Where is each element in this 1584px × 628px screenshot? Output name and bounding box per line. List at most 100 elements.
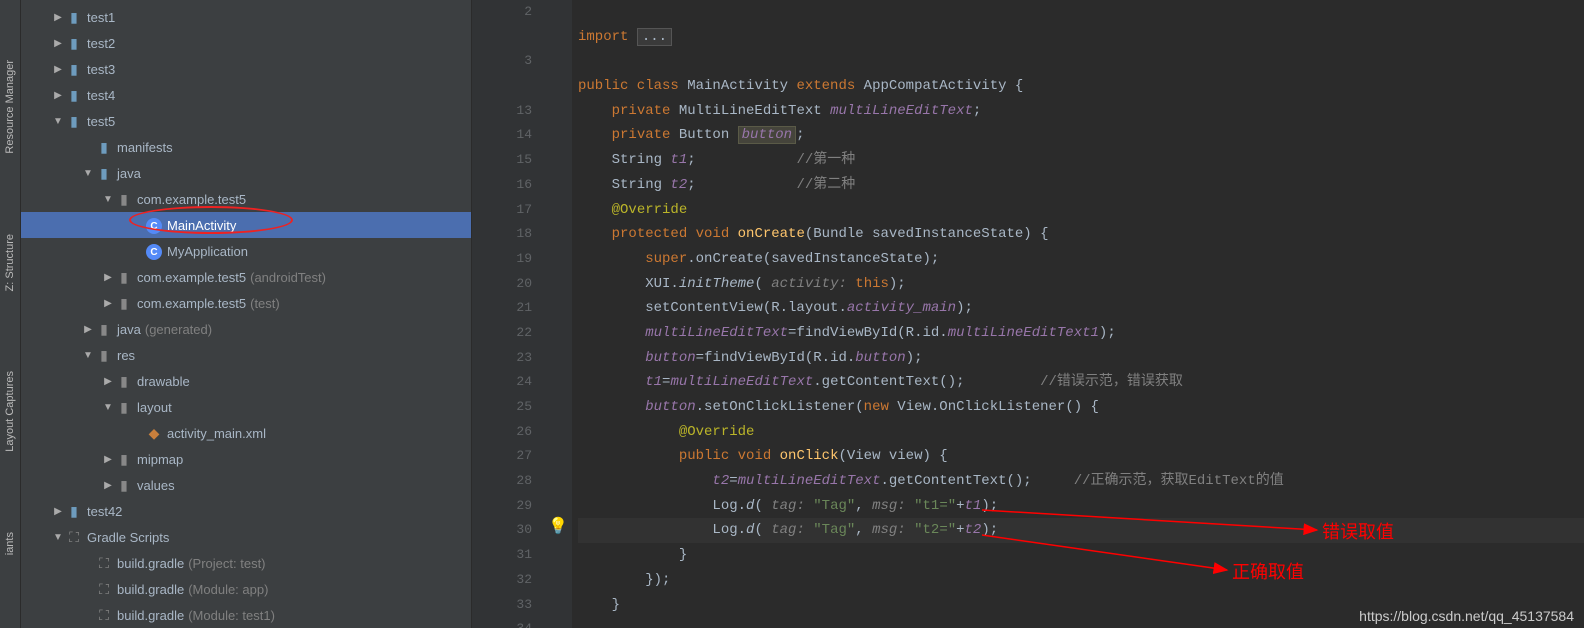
tree-node[interactable]: ▶CMyApplication bbox=[21, 238, 471, 264]
code-line[interactable]: setContentView(R.layout.activity_main); bbox=[578, 296, 1584, 321]
caret-icon[interactable]: ▶ bbox=[101, 376, 115, 387]
caret-icon[interactable]: ▶ bbox=[101, 298, 115, 309]
code-line[interactable]: public class MainActivity extends AppCom… bbox=[578, 74, 1584, 99]
caret-icon[interactable]: ▶ bbox=[51, 506, 65, 517]
tree-node-label: com.example.test5 bbox=[137, 192, 246, 207]
vtab-layout-captures[interactable]: Layout Captures bbox=[4, 371, 16, 452]
caret-icon[interactable]: ▼ bbox=[101, 194, 115, 205]
tree-node[interactable]: ▼▮res bbox=[21, 342, 471, 368]
tree-node[interactable]: ▼▮com.example.test5 bbox=[21, 186, 471, 212]
tree-node[interactable]: ▶▮java(generated) bbox=[21, 316, 471, 342]
tree-node[interactable]: ▶▮test1 bbox=[21, 4, 471, 30]
line-number: 18 bbox=[472, 222, 532, 247]
tree-node[interactable]: ▶▮test4 bbox=[21, 82, 471, 108]
code-line[interactable]: String t2; //第二种 bbox=[578, 173, 1584, 198]
code-area[interactable]: import ... public class MainActivity ext… bbox=[572, 0, 1584, 628]
gradle-icon: ⛶ bbox=[95, 555, 113, 572]
xml-file-icon: ◆ bbox=[145, 425, 163, 442]
tree-node[interactable]: ▶▮com.example.test5(androidTest) bbox=[21, 264, 471, 290]
tree-node[interactable]: ▶⛶build.gradle(Module: app) bbox=[21, 576, 471, 602]
code-line[interactable]: Log.d( tag: "Tag", msg: "t1="+t1); bbox=[578, 494, 1584, 519]
fold-column[interactable]: 💡 bbox=[542, 0, 572, 628]
folder-icon: ▮ bbox=[95, 139, 113, 156]
tree-node[interactable]: ▶CMainActivity bbox=[21, 212, 471, 238]
line-number: 31 bbox=[472, 543, 532, 568]
tree-node[interactable]: ▶▮test3 bbox=[21, 56, 471, 82]
code-line[interactable]: private Button button; bbox=[578, 123, 1584, 148]
caret-icon[interactable]: ▶ bbox=[51, 64, 65, 75]
vtab-structure[interactable]: Z: Structure bbox=[4, 234, 16, 291]
code-line[interactable]: public void onClick(View view) { bbox=[578, 444, 1584, 469]
code-line[interactable]: XUI.initTheme( activity: this); bbox=[578, 272, 1584, 297]
tree-node[interactable]: ▶▮ com.example.test5 (test) bbox=[21, 290, 471, 316]
code-line[interactable]: @Override bbox=[578, 198, 1584, 223]
code-line[interactable] bbox=[578, 0, 1584, 25]
tree-node[interactable]: ▶⛶build.gradle(Module: test1) bbox=[21, 602, 471, 628]
tree-node[interactable]: ▼⛶Gradle Scripts bbox=[21, 524, 471, 550]
code-editor[interactable]: 2313141516171819202122232425262728293031… bbox=[472, 0, 1584, 628]
caret-icon[interactable]: ▶ bbox=[51, 12, 65, 23]
line-number: 33 bbox=[472, 593, 532, 618]
caret-icon[interactable]: ▶ bbox=[101, 272, 115, 283]
tree-node[interactable]: ▶▮manifests bbox=[21, 134, 471, 160]
tree-node[interactable]: ▶◆activity_main.xml bbox=[21, 420, 471, 446]
code-line[interactable]: @Override bbox=[578, 420, 1584, 445]
code-line[interactable]: button.setOnClickListener(new View.OnCli… bbox=[578, 395, 1584, 420]
tree-node-muted: (test) bbox=[250, 296, 280, 311]
class-file-icon: C bbox=[145, 242, 163, 261]
tree-node[interactable]: ▼▮test5 bbox=[21, 108, 471, 134]
tree-node-label: test5 bbox=[87, 114, 115, 129]
tree-node-label: build.gradle bbox=[117, 582, 184, 597]
gradle-icon: ⛶ bbox=[95, 581, 113, 598]
intention-bulb-icon[interactable]: 💡 bbox=[548, 516, 568, 536]
caret-icon[interactable]: ▼ bbox=[51, 532, 65, 543]
code-line[interactable]: } bbox=[578, 543, 1584, 568]
tree-node-muted: (Module: app) bbox=[188, 582, 268, 597]
tree-node-label: com.example.test5 bbox=[137, 296, 246, 311]
caret-icon[interactable]: ▼ bbox=[101, 402, 115, 413]
tree-node[interactable]: ▶▮ drawable bbox=[21, 368, 471, 394]
code-line[interactable]: }); bbox=[578, 568, 1584, 593]
code-line[interactable]: import ... bbox=[578, 25, 1584, 50]
folder-icon: ▮ bbox=[65, 35, 83, 52]
tree-node[interactable]: ▶⛶build.gradle(Project: test) bbox=[21, 550, 471, 576]
code-line[interactable]: button=findViewById(R.id.button); bbox=[578, 346, 1584, 371]
code-line[interactable]: t1=multiLineEditText.getContentText(); /… bbox=[578, 370, 1584, 395]
folder-icon: ▮ bbox=[115, 295, 133, 312]
code-line[interactable]: private MultiLineEditText multiLineEditT… bbox=[578, 99, 1584, 124]
caret-icon[interactable]: ▶ bbox=[51, 90, 65, 101]
tree-node[interactable]: ▼▮java bbox=[21, 160, 471, 186]
caret-icon[interactable]: ▼ bbox=[51, 116, 65, 127]
caret-icon[interactable]: ▼ bbox=[81, 168, 95, 179]
code-line[interactable]: t2=multiLineEditText.getContentText(); /… bbox=[578, 469, 1584, 494]
line-number: 17 bbox=[472, 198, 532, 223]
line-number: 34 bbox=[472, 617, 532, 628]
caret-icon[interactable]: ▶ bbox=[101, 480, 115, 491]
line-number: 29 bbox=[472, 494, 532, 519]
caret-icon[interactable]: ▼ bbox=[81, 350, 95, 361]
code-line[interactable]: multiLineEditText=findViewById(R.id.mult… bbox=[578, 321, 1584, 346]
caret-icon[interactable]: ▶ bbox=[101, 454, 115, 465]
tree-node[interactable]: ▼▮layout bbox=[21, 394, 471, 420]
tree-node[interactable]: ▶▮test2 bbox=[21, 30, 471, 56]
tree-node-label: java bbox=[117, 322, 141, 337]
folder-icon: ▮ bbox=[115, 373, 133, 390]
line-number: 20 bbox=[472, 272, 532, 297]
caret-icon[interactable]: ▶ bbox=[81, 324, 95, 335]
folder-icon: ▮ bbox=[115, 269, 133, 286]
tree-node[interactable]: ▶▮test42 bbox=[21, 498, 471, 524]
vtab-variants[interactable]: iants bbox=[4, 532, 16, 555]
caret-icon[interactable]: ▶ bbox=[51, 38, 65, 49]
code-line[interactable]: Log.d( tag: "Tag", msg: "t2="+t2); bbox=[578, 518, 1584, 543]
tree-node[interactable]: ▶▮values bbox=[21, 472, 471, 498]
tree-node[interactable]: ▶▮mipmap bbox=[21, 446, 471, 472]
code-line[interactable]: protected void onCreate(Bundle savedInst… bbox=[578, 222, 1584, 247]
code-line[interactable]: super.onCreate(savedInstanceState); bbox=[578, 247, 1584, 272]
tree-node-label: drawable bbox=[137, 374, 190, 389]
code-line[interactable] bbox=[578, 49, 1584, 74]
vtab-resource-manager[interactable]: Resource Manager bbox=[4, 60, 16, 154]
tree-node-label: test42 bbox=[87, 504, 122, 519]
code-line[interactable]: String t1; //第一种 bbox=[578, 148, 1584, 173]
tree-node-label: mipmap bbox=[137, 452, 183, 467]
tree-node-label: values bbox=[137, 478, 175, 493]
